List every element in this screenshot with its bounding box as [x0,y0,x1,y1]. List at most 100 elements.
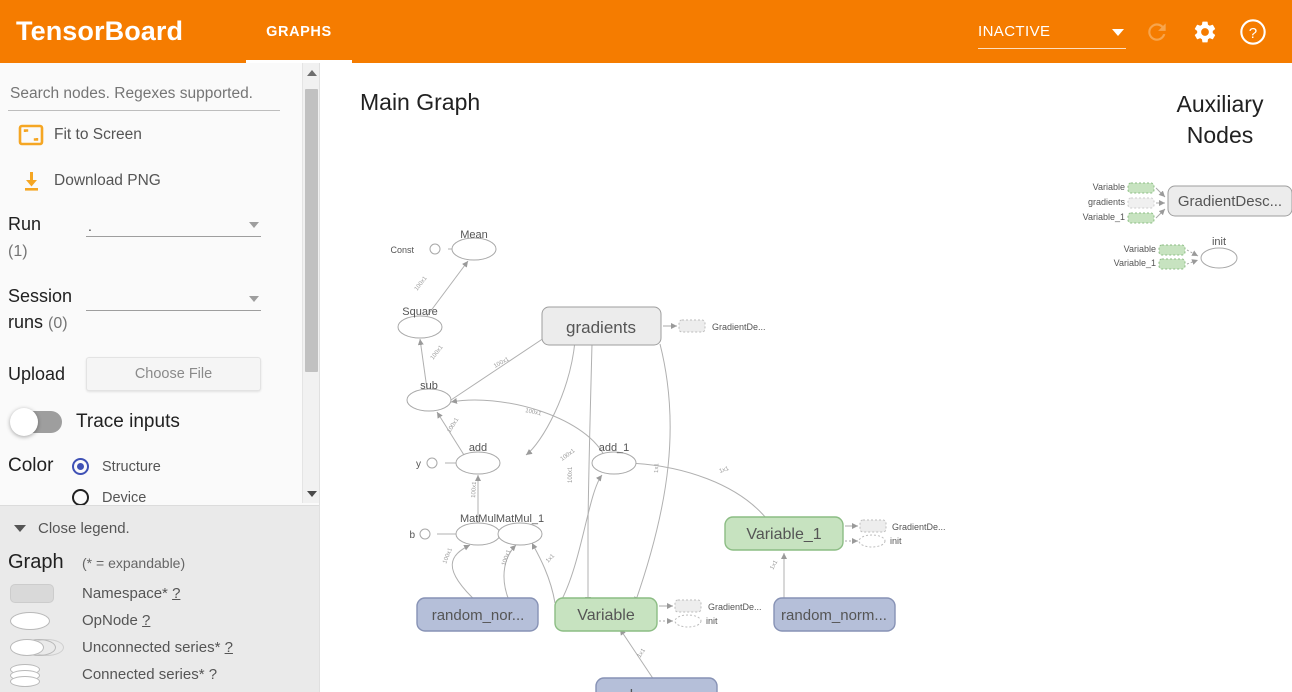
svg-text:100x1: 100x1 [560,448,577,463]
node-label-variable-1: Variable_1 [746,526,821,543]
node-matmul[interactable] [455,522,501,546]
graph-annotations: GradientDe... GradientDe... init Gradien… [659,319,946,628]
aux-input-label-variable-1: Variable_1 [1083,212,1125,222]
help-link[interactable]: ? [225,639,233,656]
settings-button[interactable] [1188,15,1222,49]
legend-item-namespace: Namespace* ? [0,580,319,607]
run-label: Run (1) [8,211,86,265]
unconnected-series-shape-icon [8,638,82,658]
chevron-down-icon [1112,28,1124,36]
triangle-up-icon [306,69,317,76]
gear-icon [1194,21,1216,42]
svg-text:100x1: 100x1 [471,481,478,498]
sidebar-scroll-content: Fit to Screen Download PNG Run (1) . [0,63,303,506]
node-add-1[interactable] [591,451,637,475]
legend-note: (* = expandable) [82,555,186,571]
aux-input-label-gradients: gradients [1088,197,1126,207]
aux-init-input-stub-variable [1158,244,1186,256]
session-runs-count: (0) [48,315,68,332]
help-link[interactable]: ? [142,612,150,629]
auxiliary-nodes-group[interactable]: Variable gradients Variable_1 GradientDe… [1083,182,1292,270]
svg-text:1x1: 1x1 [654,463,660,474]
reload-icon [1148,22,1166,41]
aux-init-input-label-variable-1: Variable_1 [1114,258,1156,268]
node-label-random-normal-1: random_norm... [781,607,887,624]
help-link[interactable]: ? [172,585,180,602]
svg-text:1x1: 1x1 [719,466,731,475]
legend-label-opnode: OpNode ? [82,612,150,629]
annotation-label-init: init [706,616,718,626]
node-label-variable: Variable [577,607,635,624]
graph-svg[interactable]: 100x1 100x1 100x1 100x1 100x1 100x1 100x… [320,63,1292,692]
aux-init-input-label-variable: Variable [1124,244,1156,254]
download-icon [8,169,54,193]
sidebar-scrollbar[interactable] [302,63,319,503]
help-icon: ? [1240,18,1266,45]
run-count: (1) [8,243,28,260]
node-matmul-1[interactable] [497,522,543,546]
node-y[interactable] [426,457,438,469]
legend-panel: Close legend. Graph (* = expandable) Nam… [0,505,319,692]
trace-inputs-label: Trace inputs [76,411,180,432]
help-link[interactable]: ? [209,666,217,683]
scroll-up-arrow[interactable] [303,64,319,81]
download-png-button[interactable]: Download PNG [8,159,289,203]
connected-series-shape-icon [8,663,82,687]
aux-input-stub-variable-1 [1127,212,1155,224]
upload-label: Upload [8,363,66,384]
node-square[interactable] [397,315,443,339]
run-label-text: Run [8,214,42,234]
node-sub[interactable] [406,388,452,412]
legend-item-connected-series: Connected series* ? [0,661,319,688]
annotation-init-stub [674,614,702,628]
node-init[interactable] [1200,247,1238,269]
close-legend-button[interactable]: Close legend. [0,520,319,537]
session-runs-label: Session runs (0) [8,283,86,337]
node-label-mean: Mean [460,229,488,241]
run-value: . [88,218,92,234]
color-radio-group: Structure Device [72,455,161,506]
scroll-down-arrow[interactable] [303,485,319,502]
session-runs-dropdown[interactable] [86,285,261,311]
choose-file-button[interactable]: Choose File [86,357,261,391]
annotation-gradientdescent-stub [859,519,887,533]
legend-item-unconnected-series: Unconnected series* ? [0,634,319,661]
search-input[interactable] [8,81,280,111]
aux-init-input-stub-variable-1 [1158,258,1186,270]
color-option-device[interactable]: Device [72,489,161,506]
node-const[interactable] [429,243,441,255]
legend-header: Graph (* = expandable) [0,537,319,580]
graph-canvas[interactable]: Main Graph Auxiliary Nodes 100x1 100x1 1… [320,63,1292,692]
color-option-structure-label: Structure [102,458,161,475]
graph-nodes[interactable]: Const Mean Square sub y add add_1 b MatM… [390,229,896,692]
node-add[interactable] [455,451,501,475]
chevron-down-icon [14,525,26,532]
tensorboard-app: TensorBoard GRAPHS INACTIVE ? Search nod… [0,0,1292,692]
node-mean[interactable] [451,237,497,261]
svg-text:1x1: 1x1 [545,553,556,565]
annotation-gradientdescent-stub [678,319,706,333]
reload-button[interactable] [1140,15,1174,49]
node-label-matmul: MatMul [460,513,496,525]
node-b[interactable] [419,528,431,540]
opnode-shape-icon [8,611,82,630]
run-status-dropdown[interactable]: INACTIVE [978,15,1126,49]
node-label-add: add [469,442,487,454]
fit-to-screen-button[interactable]: Fit to Screen [8,113,289,157]
color-option-structure[interactable]: Structure [72,458,161,475]
legend-label-connected: Connected series* ? [82,666,217,683]
annotation-label-init: init [890,536,902,546]
svg-text:100x1: 100x1 [447,416,461,434]
header-actions: INACTIVE ? [978,15,1292,49]
session-runs-row: Session runs (0) [8,283,289,337]
chevron-down-icon [249,222,259,228]
scrollbar-thumb[interactable] [305,89,318,372]
help-button[interactable]: ? [1236,15,1270,49]
tab-graphs[interactable]: GRAPHS [246,0,352,63]
close-legend-label: Close legend. [38,520,130,537]
annotation-init-stub [858,534,886,548]
radio-icon [72,458,89,475]
svg-text:1x1: 1x1 [637,647,648,659]
trace-inputs-toggle[interactable] [10,408,62,436]
run-dropdown[interactable]: . [86,211,261,237]
